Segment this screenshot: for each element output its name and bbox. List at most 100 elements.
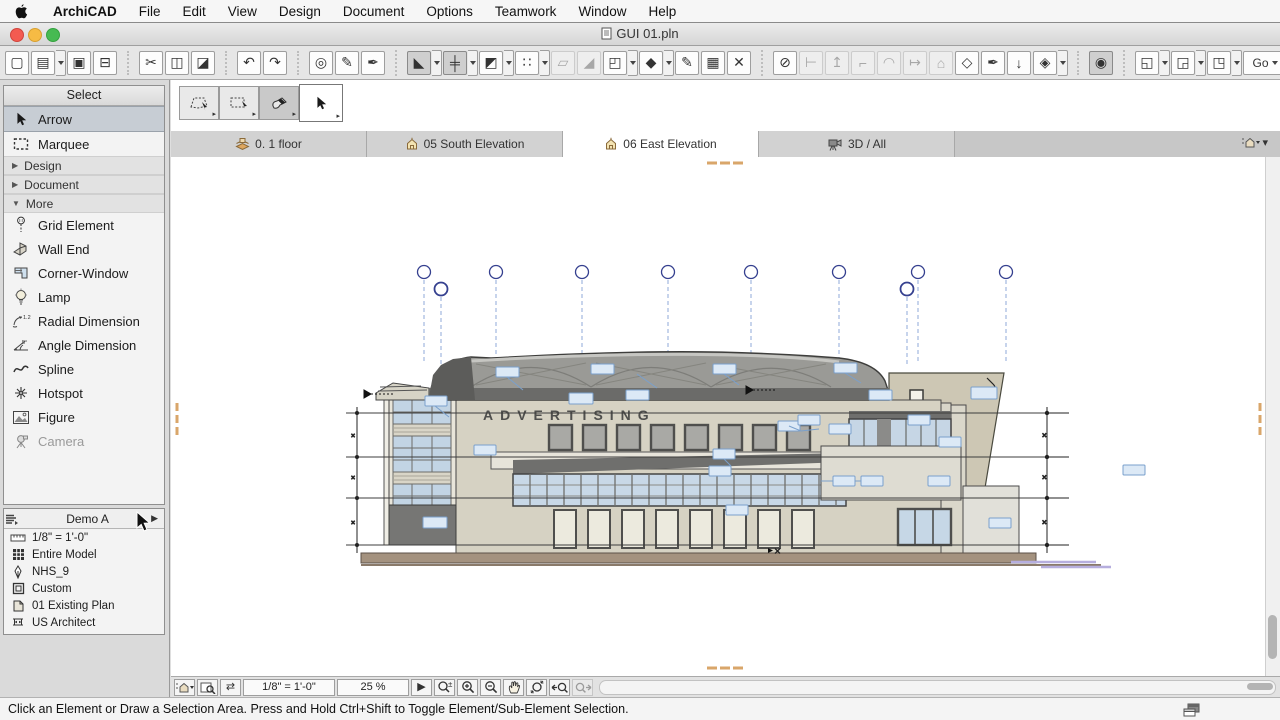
- cursor-snap-dropdown[interactable]: [504, 50, 514, 76]
- apple-icon[interactable]: [14, 3, 28, 19]
- marquee-method-button[interactable]: ▸: [219, 86, 259, 120]
- zoom-percent-button[interactable]: ±: [434, 679, 455, 696]
- pen-sets-button[interactable]: ◆: [639, 51, 663, 75]
- tab-05-south-elevation[interactable]: 05 South Elevation: [367, 131, 563, 157]
- new-document-button[interactable]: ▢: [5, 51, 29, 75]
- cut-button[interactable]: ✂: [139, 51, 163, 75]
- snap-guides-dropdown[interactable]: [468, 50, 478, 76]
- cursor-snap-button[interactable]: ◩: [479, 51, 503, 75]
- annotate-button[interactable]: ✒: [981, 51, 1005, 75]
- find-select-button[interactable]: ◎: [309, 51, 333, 75]
- toolbox-item-wall-end[interactable]: Wall End: [4, 237, 164, 261]
- save-button[interactable]: ▣: [67, 51, 91, 75]
- pop-up-navigator-button[interactable]: ◱: [1135, 51, 1159, 75]
- go-button[interactable]: Go: [1243, 51, 1280, 75]
- menu-edit[interactable]: Edit: [172, 4, 217, 19]
- drawing-canvas[interactable]: ADVERTISING: [171, 157, 1280, 676]
- toolbox-item-corner-window[interactable]: Corner-Window: [4, 261, 164, 285]
- inject-parameters-button[interactable]: ✒: [361, 51, 385, 75]
- print-button[interactable]: ⊟: [93, 51, 117, 75]
- toolbox-group-more[interactable]: ▼More: [4, 194, 164, 213]
- menu-options[interactable]: Options: [415, 4, 484, 19]
- renovation-button[interactable]: ◈: [1033, 51, 1057, 75]
- copy-button[interactable]: ◫: [165, 51, 189, 75]
- delete-button[interactable]: ✕: [727, 51, 751, 75]
- previous-view-button[interactable]: [549, 679, 570, 696]
- quick-option-model-view[interactable]: Entire Model: [4, 546, 164, 563]
- organizer-dropdown[interactable]: [1196, 50, 1206, 76]
- menu-view[interactable]: View: [217, 4, 268, 19]
- open-file-dropdown[interactable]: [56, 50, 66, 76]
- menu-file[interactable]: File: [128, 4, 172, 19]
- toolbox-group-design[interactable]: ▶Design: [4, 156, 164, 175]
- toolbox-item-arrow[interactable]: Arrow: [4, 106, 164, 132]
- quick-option-model-filter[interactable]: Custom: [4, 580, 164, 597]
- redo-button[interactable]: ↷: [263, 51, 287, 75]
- toolbox-item-spline[interactable]: Spline: [4, 357, 164, 381]
- selection-method-button[interactable]: ▸: [179, 86, 219, 120]
- horizontal-scrollbar-thumb[interactable]: [1247, 683, 1273, 690]
- split-button[interactable]: ⊘: [773, 51, 797, 75]
- tab-06-east-elevation[interactable]: 06 East Elevation: [563, 131, 759, 157]
- zoom-in-button[interactable]: [457, 679, 478, 696]
- menu-window[interactable]: Window: [567, 4, 637, 19]
- scale-field[interactable]: 1/8" = 1'-0": [243, 679, 335, 696]
- toolbox-item-hotspot[interactable]: Hotspot: [4, 381, 164, 405]
- toolbox-group-document[interactable]: ▶Document: [4, 175, 164, 194]
- update-view-button[interactable]: ⇄: [220, 679, 241, 696]
- quick-option-layer-combination[interactable]: 01 Existing Plan: [4, 597, 164, 614]
- pick-up-parameters-button[interactable]: ✎: [335, 51, 359, 75]
- open-file-button[interactable]: ▤: [31, 51, 55, 75]
- zoom-out-button[interactable]: [480, 679, 501, 696]
- toolbox-item-angle-dimension[interactable]: 5°Angle Dimension: [4, 333, 164, 357]
- tab-0-1-floor[interactable]: 0. 1 floor: [171, 131, 367, 157]
- menu-archicad[interactable]: ArchiCAD: [42, 4, 128, 19]
- snap-points-dropdown[interactable]: [540, 50, 550, 76]
- toolbox-item-grid-element[interactable]: Grid Element: [4, 213, 164, 237]
- edit-polygon-button[interactable]: ◇: [955, 51, 979, 75]
- vertical-scrollbar-thumb[interactable]: [1268, 615, 1277, 659]
- horizontal-scrollbar[interactable]: [599, 680, 1276, 695]
- menu-teamwork[interactable]: Teamwork: [484, 4, 568, 19]
- preview-button[interactable]: [197, 679, 218, 696]
- toolbox-item-lamp[interactable]: Lamp: [4, 285, 164, 309]
- guide-lines-dropdown[interactable]: [432, 50, 442, 76]
- 3d-style-button[interactable]: ◉: [1089, 51, 1113, 75]
- layout-windows-button[interactable]: ◳: [1207, 51, 1231, 75]
- expand-button[interactable]: ▶: [411, 679, 432, 696]
- quick-layers-button[interactable]: ◰: [603, 51, 627, 75]
- guide-lines-button[interactable]: ◣: [407, 51, 431, 75]
- tab-overview-icon[interactable]: ▾: [1242, 136, 1268, 149]
- tab-3d-all[interactable]: 3D / All: [759, 131, 955, 157]
- pop-up-navigator-dropdown[interactable]: [1160, 50, 1170, 76]
- pen-sets-dropdown[interactable]: [664, 50, 674, 76]
- renovation-dropdown[interactable]: [1058, 50, 1068, 76]
- snap-guides-button[interactable]: ╪: [443, 51, 467, 75]
- undo-button[interactable]: ↶: [237, 51, 261, 75]
- tab-overview-button[interactable]: [174, 679, 195, 696]
- organizer-button[interactable]: ◲: [1171, 51, 1195, 75]
- toolbox-item-figure[interactable]: Figure: [4, 405, 164, 429]
- toolbox-item-radial-dimension[interactable]: 1.2Radial Dimension: [4, 309, 164, 333]
- paste-button[interactable]: ◪: [191, 51, 215, 75]
- menu-design[interactable]: Design: [268, 4, 332, 19]
- menu-help[interactable]: Help: [637, 4, 687, 19]
- arrow-tool-button[interactable]: ▸: [299, 84, 343, 122]
- quick-layers-dropdown[interactable]: [628, 50, 638, 76]
- highlight-pen-button[interactable]: ✎: [675, 51, 699, 75]
- toolbox-item-camera[interactable]: Camera: [4, 429, 164, 453]
- quick-select-button[interactable]: ▸: [259, 86, 299, 120]
- windows-icon[interactable]: [1183, 703, 1201, 717]
- pan-button[interactable]: [503, 679, 524, 696]
- vertical-scrollbar[interactable]: [1265, 157, 1280, 676]
- menu-document[interactable]: Document: [332, 4, 416, 19]
- automatic-dimensioning-button[interactable]: ▦: [701, 51, 725, 75]
- fit-in-window-button[interactable]: [526, 679, 547, 696]
- layout-windows-dropdown[interactable]: [1232, 50, 1242, 76]
- toolbox-item-marquee[interactable]: Marquee: [4, 132, 164, 156]
- place-favorite-button[interactable]: ↓: [1007, 51, 1031, 75]
- snap-points-button[interactable]: ∷: [515, 51, 539, 75]
- quick-option-pen-set[interactable]: NHS_9: [4, 563, 164, 580]
- zoom-level-field[interactable]: 25 %: [337, 679, 409, 696]
- quick-option-dimension-style[interactable]: US Architect: [4, 614, 164, 631]
